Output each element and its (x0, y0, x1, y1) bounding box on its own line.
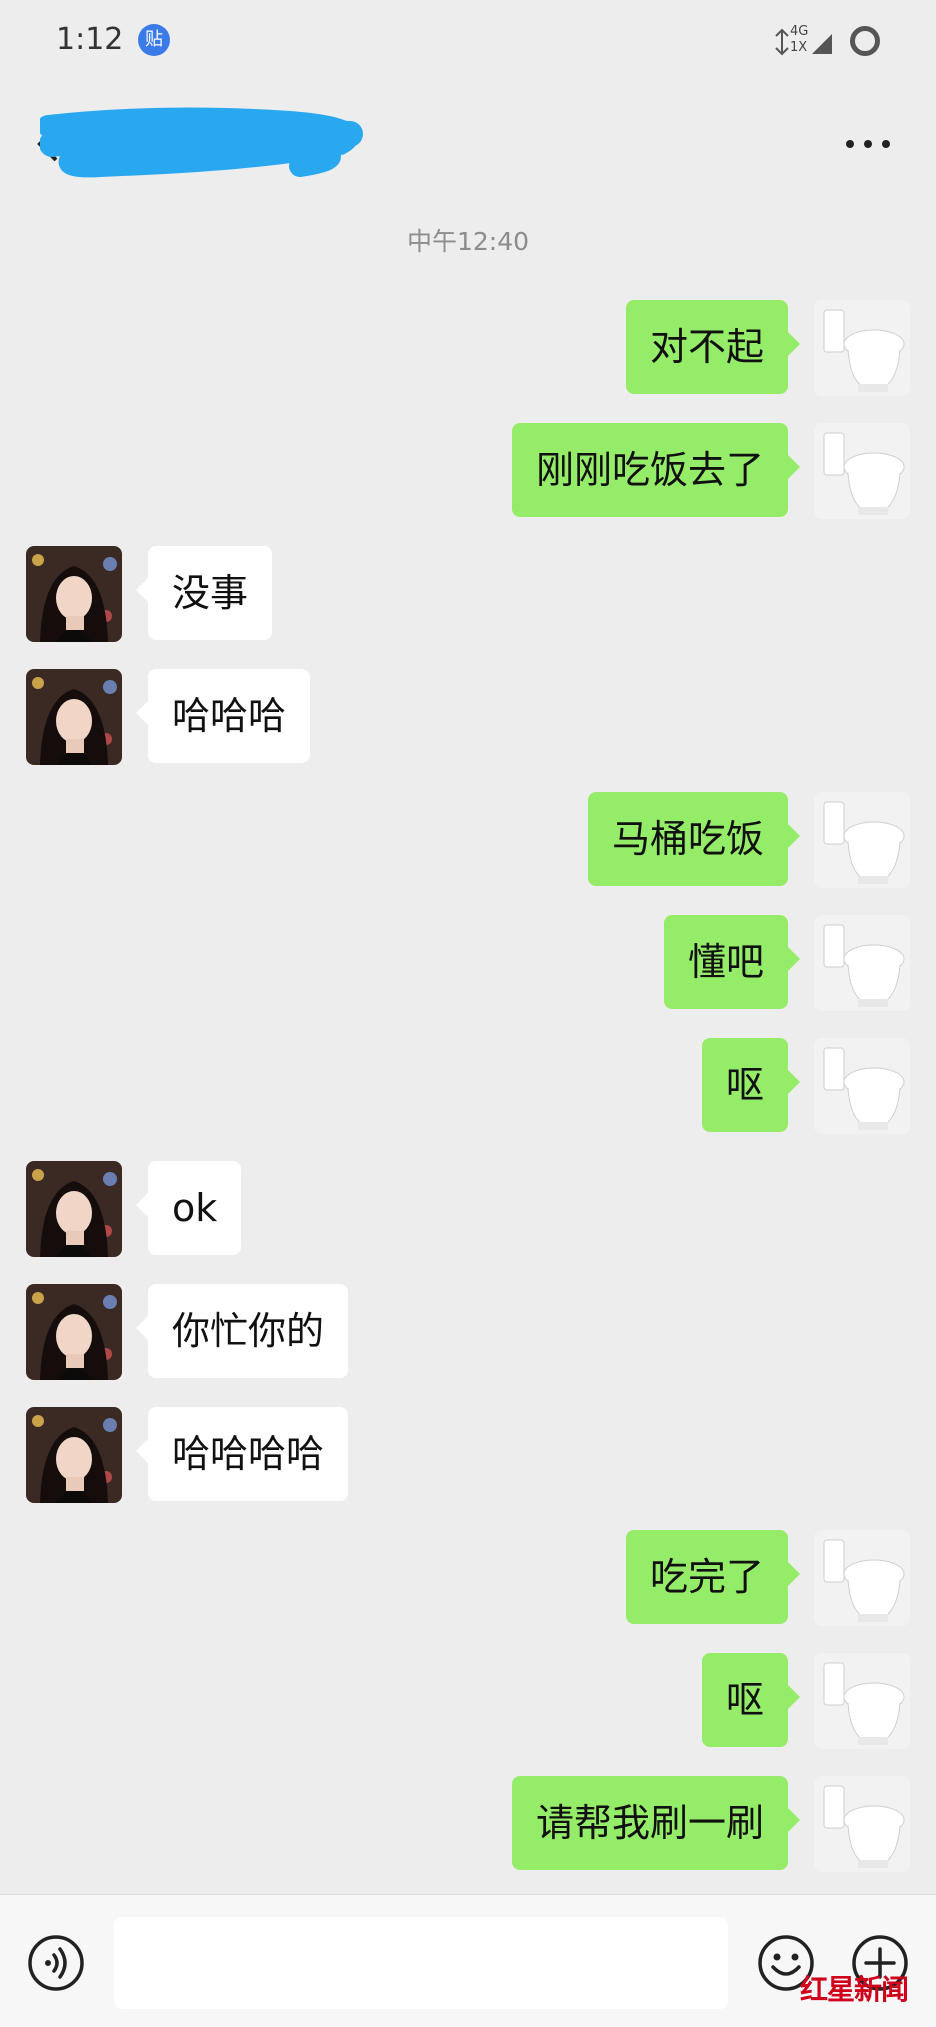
sent-message[interactable]: 马桶吃饭 (510, 792, 910, 888)
toilet-avatar-icon[interactable] (814, 792, 910, 888)
contact-avatar[interactable] (26, 1284, 122, 1380)
sent-message[interactable]: 吃完了 (510, 1530, 910, 1626)
chat-message-list[interactable]: 中午12:40 对不起 刚刚吃饭去了 没事 哈哈哈 马桶吃饭 懂吧 呕 ok 你… (0, 204, 936, 1894)
received-message[interactable]: 没事 (26, 546, 426, 642)
contact-avatar[interactable] (26, 546, 122, 642)
status-bar: 1:12 贴 4G 1X (0, 0, 936, 84)
contact-avatar[interactable] (26, 1407, 122, 1503)
message-bubble[interactable]: 哈哈哈 (135, 669, 311, 763)
message-bubble[interactable]: 吃完了 (625, 1530, 801, 1624)
toilet-avatar-icon[interactable] (814, 1653, 910, 1749)
toilet-avatar-icon[interactable] (814, 300, 910, 396)
toilet-avatar-icon[interactable] (814, 915, 910, 1011)
voice-icon[interactable] (26, 1933, 86, 1993)
message-bubble[interactable]: 没事 (135, 546, 273, 640)
message-input-bar (0, 1894, 936, 2027)
status-time: 1:12 (56, 22, 124, 57)
network-signal-icon: 4G 1X (772, 24, 834, 58)
sent-message[interactable]: 呕 (510, 1653, 910, 1749)
received-message[interactable]: 你忙你的 (26, 1284, 426, 1380)
sent-message[interactable]: 对不起 (510, 300, 910, 396)
message-bubble[interactable]: 懂吧 (663, 915, 801, 1009)
message-bubble[interactable]: 你忙你的 (135, 1284, 349, 1378)
message-bubble[interactable]: 呕 (701, 1038, 801, 1132)
message-bubble[interactable]: 刚刚吃饭去了 (511, 423, 801, 517)
sent-message[interactable]: 刚刚吃饭去了 (410, 423, 910, 519)
news-watermark: 红星新闻 (800, 1973, 909, 2006)
toilet-avatar-icon[interactable] (814, 1038, 910, 1134)
more-dots-icon[interactable] (846, 134, 890, 154)
received-message[interactable]: 哈哈哈 (26, 669, 426, 765)
message-bubble[interactable]: 对不起 (625, 300, 801, 394)
chat-header (0, 84, 936, 204)
message-text-input[interactable] (114, 1917, 728, 2009)
sent-message[interactable]: 懂吧 (510, 915, 910, 1011)
toilet-avatar-icon[interactable] (814, 1776, 910, 1872)
message-bubble[interactable]: 马桶吃饭 (587, 792, 801, 886)
app-notification-badge: 贴 (138, 24, 170, 56)
message-timestamp: 中午12:40 (406, 227, 530, 256)
received-message[interactable]: ok (26, 1161, 426, 1257)
loading-ring-icon (850, 26, 880, 56)
message-bubble[interactable]: 请帮我刷一刷 (511, 1776, 801, 1870)
message-bubble[interactable]: ok (135, 1161, 242, 1255)
message-bubble[interactable]: 呕 (701, 1653, 801, 1747)
sent-message[interactable]: 呕 (510, 1038, 910, 1134)
sent-message[interactable]: 请帮我刷一刷 (410, 1776, 910, 1872)
contact-avatar[interactable] (26, 1161, 122, 1257)
redacted-contact-name (40, 107, 363, 178)
message-bubble[interactable]: 哈哈哈哈 (135, 1407, 349, 1501)
toilet-avatar-icon[interactable] (814, 1530, 910, 1626)
received-message[interactable]: 哈哈哈哈 (26, 1407, 426, 1503)
contact-avatar[interactable] (26, 669, 122, 765)
toilet-avatar-icon[interactable] (814, 423, 910, 519)
